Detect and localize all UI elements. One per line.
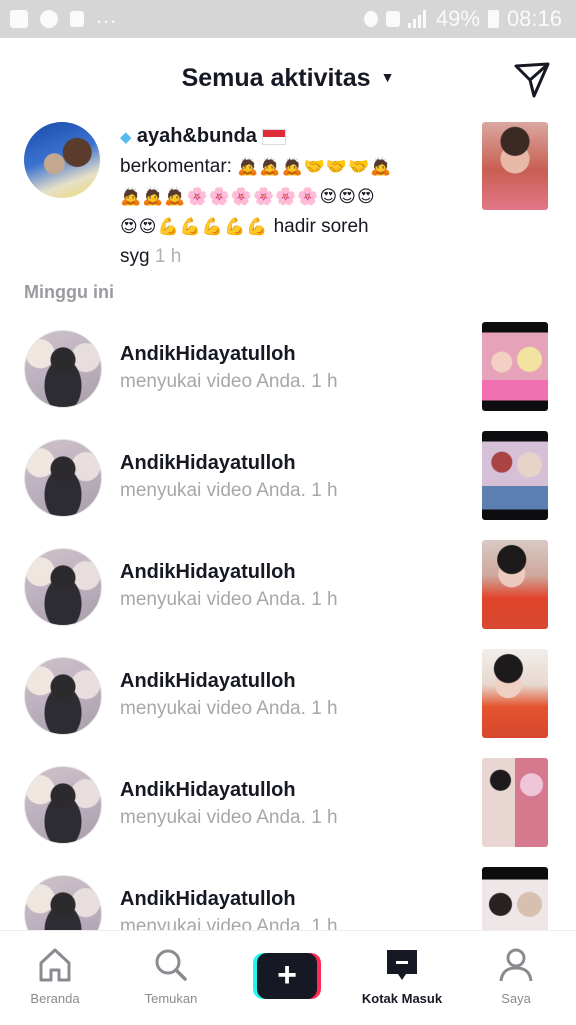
video-thumbnail[interactable] (482, 758, 548, 847)
comment-end-text: hadir soreh (273, 216, 369, 237)
avatar[interactable] (24, 657, 102, 735)
chat-bubble-icon (40, 10, 58, 28)
nav-me[interactable]: Saya (461, 945, 571, 1006)
caret-down-icon: ▼ (380, 69, 395, 85)
nav-inbox-label: Kotak Masuk (361, 991, 443, 1006)
indonesia-flag-icon (262, 128, 287, 145)
sim-icon (385, 11, 400, 27)
gallery-icon (10, 10, 28, 28)
video-thumbnail[interactable] (482, 322, 548, 411)
emoji-sequence-2: 🙇🙇🙇🌸🌸🌸🌸🌸🌸😍😍😍 (120, 187, 376, 207)
nav-discover-label: Temukan (144, 991, 198, 1006)
battery-icon (487, 10, 499, 28)
profile-icon (499, 948, 533, 982)
activity-filter-dropdown[interactable]: Semua aktivitas ▼ (0, 64, 576, 93)
diamond-icon: ◆ (120, 129, 132, 146)
search-icon (155, 949, 187, 981)
list-item[interactable]: AndikHidayatulloh menyukai video Anda. 1… (0, 649, 576, 757)
username[interactable]: AndikHidayatulloh (120, 779, 296, 802)
activity-text: menyukai video Anda. 1 h (120, 480, 338, 501)
add-video-button[interactable]: + (253, 953, 321, 999)
nav-me-label: Saya (501, 991, 531, 1006)
timestamp: 1 h (154, 246, 182, 267)
send-icon[interactable] (512, 60, 552, 100)
tiktok-icon (70, 11, 84, 27)
wifi-icon (363, 11, 378, 27)
nav-inbox[interactable]: Kotak Masuk (347, 945, 457, 1006)
activity-text: menyukai video Anda. 1 h (120, 807, 338, 828)
list-item[interactable]: AndikHidayatulloh menyukai video Anda. 1… (0, 540, 576, 648)
activity-header: Semua aktivitas ▼ (0, 38, 576, 122)
section-header: Minggu ini (24, 282, 114, 302)
activity-text: menyukai video Anda. 1 h (120, 371, 338, 392)
nav-home-label: Beranda (30, 991, 80, 1006)
avatar[interactable] (24, 766, 102, 844)
username[interactable]: AndikHidayatulloh (120, 561, 296, 584)
clock: 08:16 (506, 6, 562, 31)
comment-text-block: ◆ ayah&bunda berkomentar: 🙇🙇🙇🤝🤝🤝🙇 🙇🙇🙇🌸🌸🌸… (120, 122, 450, 271)
video-thumbnail[interactable] (482, 540, 548, 629)
home-icon (39, 948, 71, 982)
emoji-sequence-3: 😍😍💪💪💪💪💪 (120, 217, 269, 237)
activity-text: menyukai video Anda. 1 h (120, 698, 338, 719)
bottom-navigation: Beranda Temukan + Kotak Masuk Saya (0, 930, 576, 1025)
avatar[interactable] (24, 122, 100, 198)
comment-notification[interactable]: ◆ ayah&bunda berkomentar: 🙇🙇🙇🤝🤝🤝🙇 🙇🙇🙇🌸🌸🌸… (0, 118, 576, 267)
page-title: Semua aktivitas (181, 64, 371, 92)
signal-icon (407, 10, 428, 28)
username[interactable]: AndikHidayatulloh (120, 343, 296, 366)
battery-percent: 49% (435, 6, 480, 31)
plus-icon: + (257, 953, 317, 999)
avatar[interactable] (24, 548, 102, 626)
activity-text: menyukai video Anda. 1 h (120, 589, 338, 610)
username[interactable]: ayah&bunda (137, 125, 257, 147)
avatar[interactable] (24, 439, 102, 517)
video-thumbnail[interactable] (482, 649, 548, 738)
video-thumbnail[interactable] (482, 431, 548, 520)
comment-last-text: syg (120, 246, 150, 267)
inbox-icon (387, 950, 417, 980)
list-item[interactable]: AndikHidayatulloh menyukai video Anda. 1… (0, 758, 576, 866)
status-right: 49% 08:16 (363, 6, 576, 32)
list-item[interactable]: AndikHidayatulloh menyukai video Anda. 1… (0, 322, 576, 430)
nav-home[interactable]: Beranda (0, 945, 110, 1006)
video-thumbnail[interactable] (482, 122, 548, 210)
username[interactable]: AndikHidayatulloh (120, 888, 296, 911)
username[interactable]: AndikHidayatulloh (120, 670, 296, 693)
emoji-sequence-1: 🙇🙇🙇🤝🤝🤝🙇 (237, 157, 393, 177)
username[interactable]: AndikHidayatulloh (120, 452, 296, 475)
status-left: ... (0, 3, 117, 29)
list-item[interactable]: AndikHidayatulloh menyukai video Anda. 1… (0, 431, 576, 539)
status-bar: ... 49% 08:16 (0, 0, 576, 38)
more-notifications-indicator: ... (96, 3, 118, 28)
avatar[interactable] (24, 330, 102, 408)
comment-prefix: berkomentar: (120, 156, 232, 177)
nav-discover[interactable]: Temukan (116, 945, 226, 1006)
